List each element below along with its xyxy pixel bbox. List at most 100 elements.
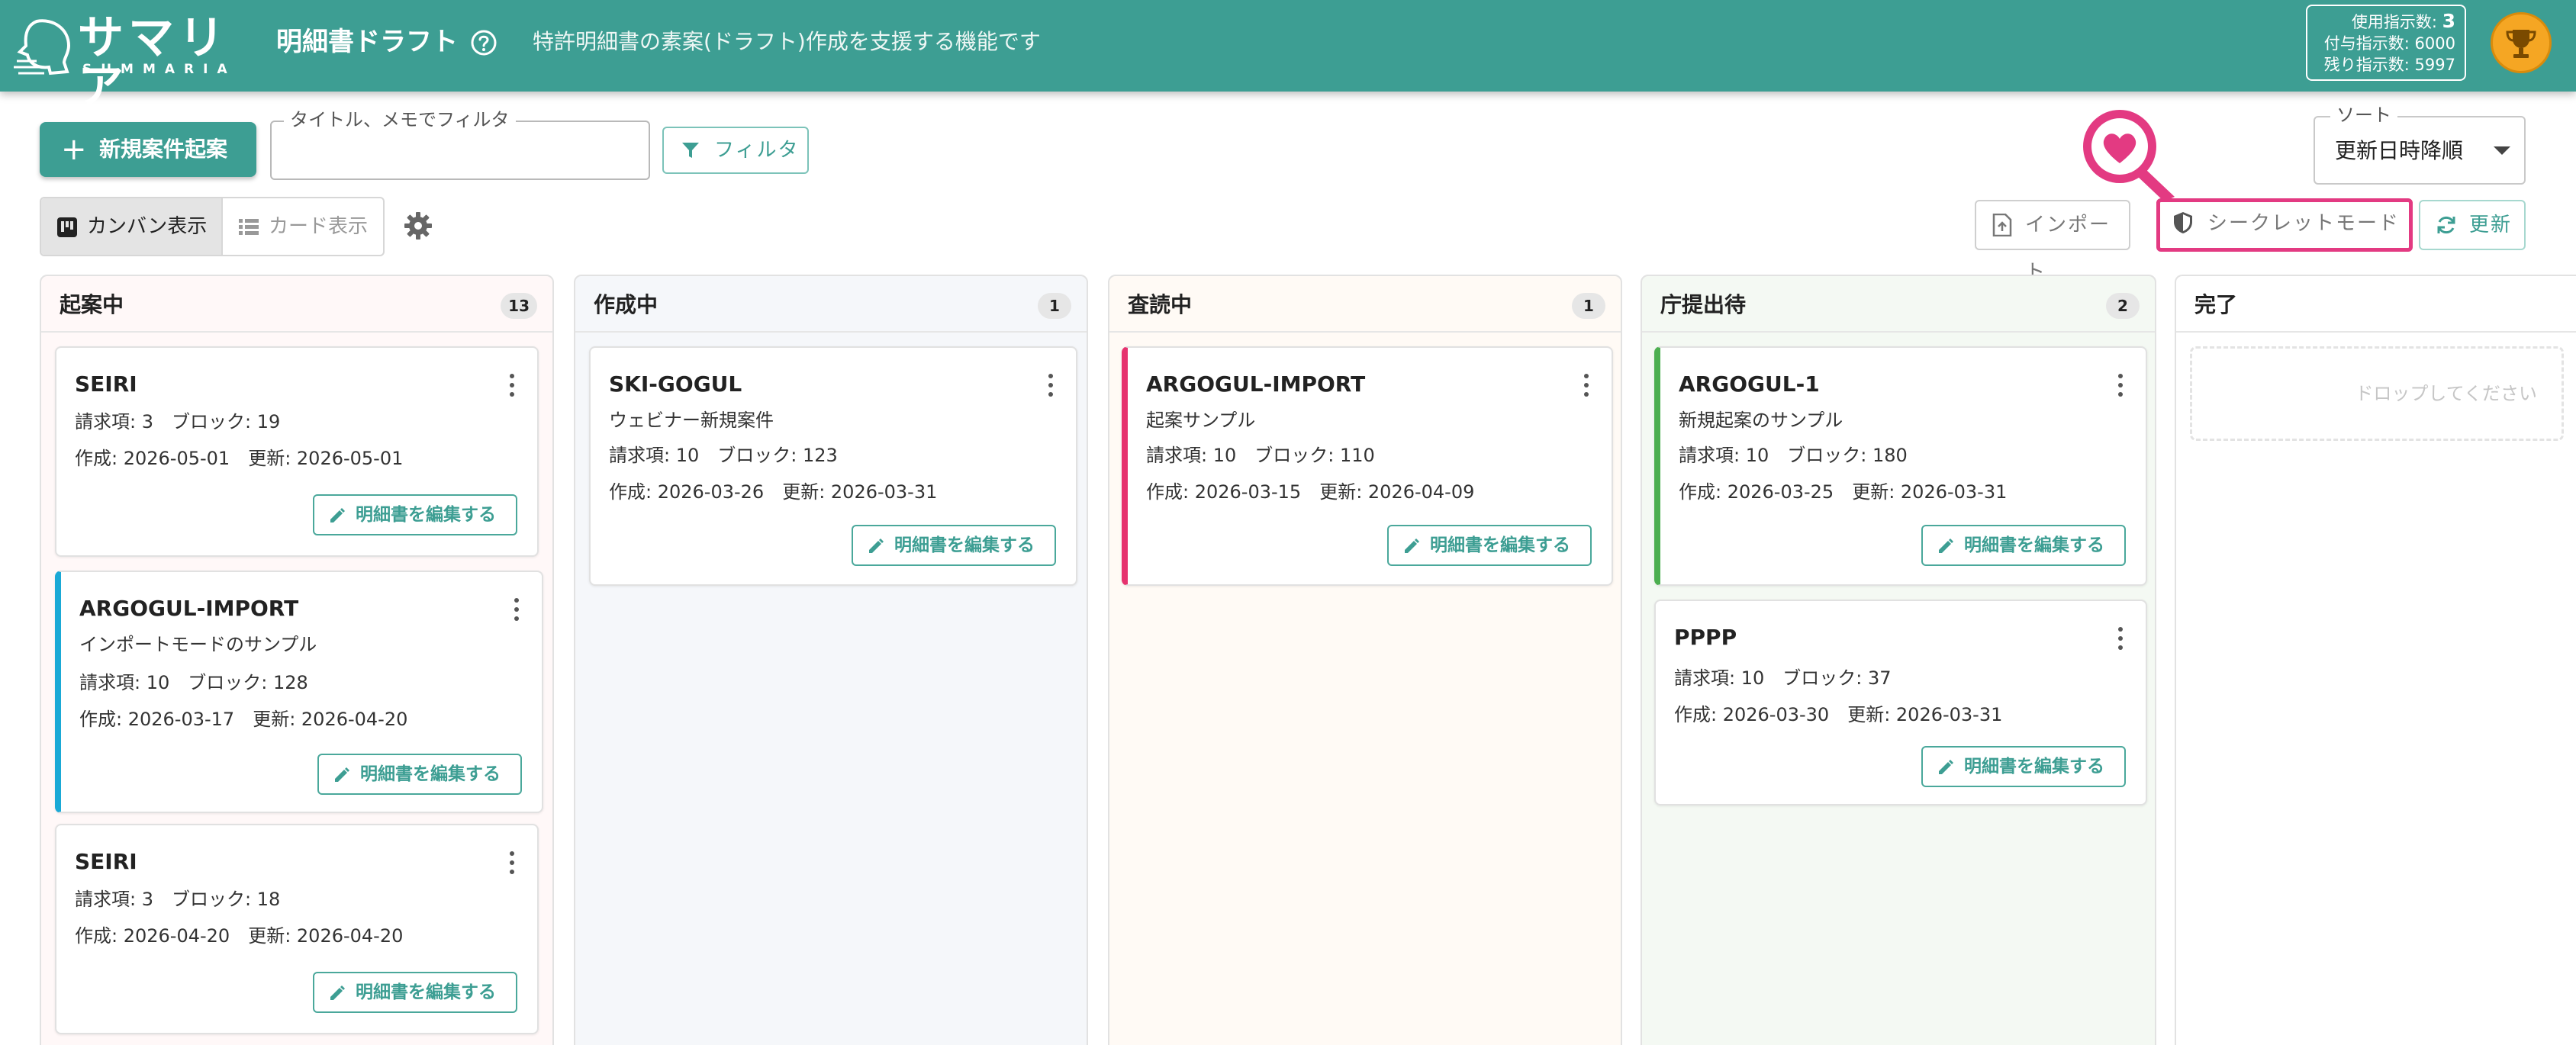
case-title: SEIRI [75,371,137,397]
column-title: 作成中 [594,292,658,317]
case-card[interactable]: SEIRI 請求項: 3 ブロック: 18 作成: 2026-04-20 更新:… [55,824,539,1034]
column-title: 起案中 [60,292,124,317]
usage-used-value: 3 [2442,10,2455,32]
logo-text-en: SUMMARIA [82,62,237,77]
case-title: SEIRI [75,849,137,874]
sort-select[interactable]: ソート 更新日時降順 [2314,104,2526,185]
new-case-label: 新規案件起案 [99,137,228,162]
case-card[interactable]: SEIRI 請求項: 3 ブロック: 19 作成: 2026-05-01 更新:… [55,346,539,557]
column-completed: 完了 ドロップしてください [2175,275,2576,1045]
logo-head-icon [14,19,71,76]
import-button[interactable]: インポート [1975,200,2130,284]
column-in-review: 査読中 1 ARGOGUL-IMPORT 起案サンプル 請求項: 10 ブロック… [1108,275,1622,1045]
pencil-icon [330,508,345,522]
edit-spec-label: 明細書を編集する [1964,757,2104,777]
view-kanban-label: カンバン表示 [87,215,208,238]
case-card[interactable]: ARGOGUL-IMPORT 起案サンプル 請求項: 10 ブロック: 110 … [1122,346,1613,586]
more-vert-icon[interactable] [508,851,516,876]
list-icon [239,219,259,235]
case-card[interactable]: ARGOGUL-1 新規起案のサンプル 請求項: 10 ブロック: 180 作成… [1654,346,2147,586]
case-counts: 請求項: 10 ブロック: 128 [79,672,308,693]
more-vert-icon[interactable] [2117,627,2124,651]
help-circle-icon[interactable] [470,29,497,56]
edit-spec-label: 明細書を編集する [894,535,1035,555]
case-counts: 請求項: 10 ブロック: 123 [609,445,838,466]
edit-spec-button[interactable]: 明細書を編集する [1387,525,1592,566]
case-title: PPPP [1674,625,1737,650]
case-dates: 作成: 2026-03-25 更新: 2026-03-31 [1679,481,2008,503]
column-count-badge: 2 [2106,293,2140,319]
usage-remaining-line: 残り指示数: 5997 [2323,56,2455,74]
view-toggle: カンバン表示 カード表示 [40,197,385,256]
filter-field-legend: タイトル、メモでフィルタ [284,108,516,131]
case-dates: 作成: 2026-05-01 更新: 2026-05-01 [75,448,404,469]
case-counts: 請求項: 10 ブロック: 37 [1674,667,1892,689]
case-dates: 作成: 2026-03-30 更新: 2026-03-31 [1674,704,2003,725]
filter-input[interactable] [285,137,636,168]
usage-used-label: 使用指示数: [2351,13,2437,31]
achievements-button[interactable] [2491,12,2552,73]
pencil-icon [869,539,884,553]
edit-spec-button[interactable]: 明細書を編集する [1921,746,2126,787]
case-dates: 作成: 2026-03-15 更新: 2026-04-09 [1146,481,1475,503]
case-dates: 作成: 2026-04-20 更新: 2026-04-20 [75,925,404,947]
column-count-badge: 13 [501,293,537,319]
summaria-logo[interactable]: サマリア SUMMARIA [14,14,237,111]
app-header: サマリア SUMMARIA 明細書ドラフト 特許明細書の素案(ドラフト)作成を支… [0,0,2576,111]
case-subtitle: 起案サンプル [1146,410,1256,431]
pencil-icon [335,767,349,782]
page-description: 特許明細書の素案(ドラフト)作成を支援する機能です [533,29,1041,54]
title-memo-filter-field[interactable]: タイトル、メモでフィルタ [270,108,650,180]
edit-spec-label: 明細書を編集する [1430,535,1570,555]
more-vert-icon[interactable] [1047,374,1055,398]
pencil-icon [1939,539,1953,553]
column-header: 庁提出待 2 [1642,276,2155,333]
edit-spec-label: 明細書を編集する [356,982,496,1002]
case-title: ARGOGUL-1 [1679,371,1820,397]
case-title: ARGOGUL-IMPORT [1146,371,1366,397]
case-counts: 請求項: 10 ブロック: 180 [1679,445,1908,466]
case-card[interactable]: PPPP 請求項: 10 ブロック: 37 作成: 2026-03-30 更新:… [1654,600,2147,805]
case-subtitle: ウェビナー新規案件 [609,410,774,431]
more-vert-icon[interactable] [508,374,516,398]
sort-legend: ソート [2330,104,2397,127]
shield-icon [2174,212,2192,233]
column-title: 完了 [2194,292,2238,317]
new-case-button[interactable]: + 新規案件起案 [40,122,256,177]
more-vert-icon[interactable] [1583,374,1590,398]
column-title: 庁提出待 [1660,292,1747,317]
edit-spec-button[interactable]: 明細書を編集する [317,754,522,795]
secret-mode-button[interactable]: シークレットモード [2156,198,2413,252]
more-vert-icon[interactable] [513,598,520,622]
view-card-button[interactable]: カード表示 [223,198,383,255]
column-header: 査読中 1 [1109,276,1621,333]
drop-zone[interactable]: ドロップしてください [2190,346,2564,441]
view-kanban-button[interactable]: カンバン表示 [41,198,223,255]
case-card[interactable]: SKI-GOGUL ウェビナー新規案件 請求項: 10 ブロック: 123 作成… [589,346,1077,586]
edit-spec-button[interactable]: 明細書を編集する [313,494,517,535]
funnel-icon [682,143,699,158]
case-title: ARGOGUL-IMPORT [79,596,299,621]
sort-value: 更新日時降順 [2335,138,2464,163]
case-counts: 請求項: 10 ブロック: 110 [1146,445,1375,466]
case-title: SKI-GOGUL [609,371,742,397]
secret-mode-label: シークレットモード [2207,212,2401,235]
edit-spec-label: 明細書を編集する [356,505,496,525]
edit-spec-button[interactable]: 明細書を編集する [852,525,1056,566]
more-vert-icon[interactable] [2117,374,2124,398]
edit-spec-button[interactable]: 明細書を編集する [1921,525,2126,566]
edit-spec-label: 明細書を編集する [1964,535,2104,555]
case-card[interactable]: ARGOGUL-IMPORT インポートモードのサンプル 請求項: 10 ブロッ… [55,571,543,813]
pencil-icon [330,986,345,1000]
case-counts: 請求項: 3 ブロック: 18 [75,889,281,910]
plus-icon: + [61,132,87,167]
refresh-button[interactable]: 更新 [2419,200,2526,250]
gear-icon[interactable] [403,211,433,241]
filter-button[interactable]: フィルタ [662,127,809,174]
heart-pin-icon [2083,110,2175,201]
column-header: 完了 [2176,276,2576,333]
edit-spec-button[interactable]: 明細書を編集する [313,972,517,1013]
page-title: 明細書ドラフト [276,27,458,57]
kanban-icon [57,217,77,237]
file-upload-icon [1992,214,2012,236]
